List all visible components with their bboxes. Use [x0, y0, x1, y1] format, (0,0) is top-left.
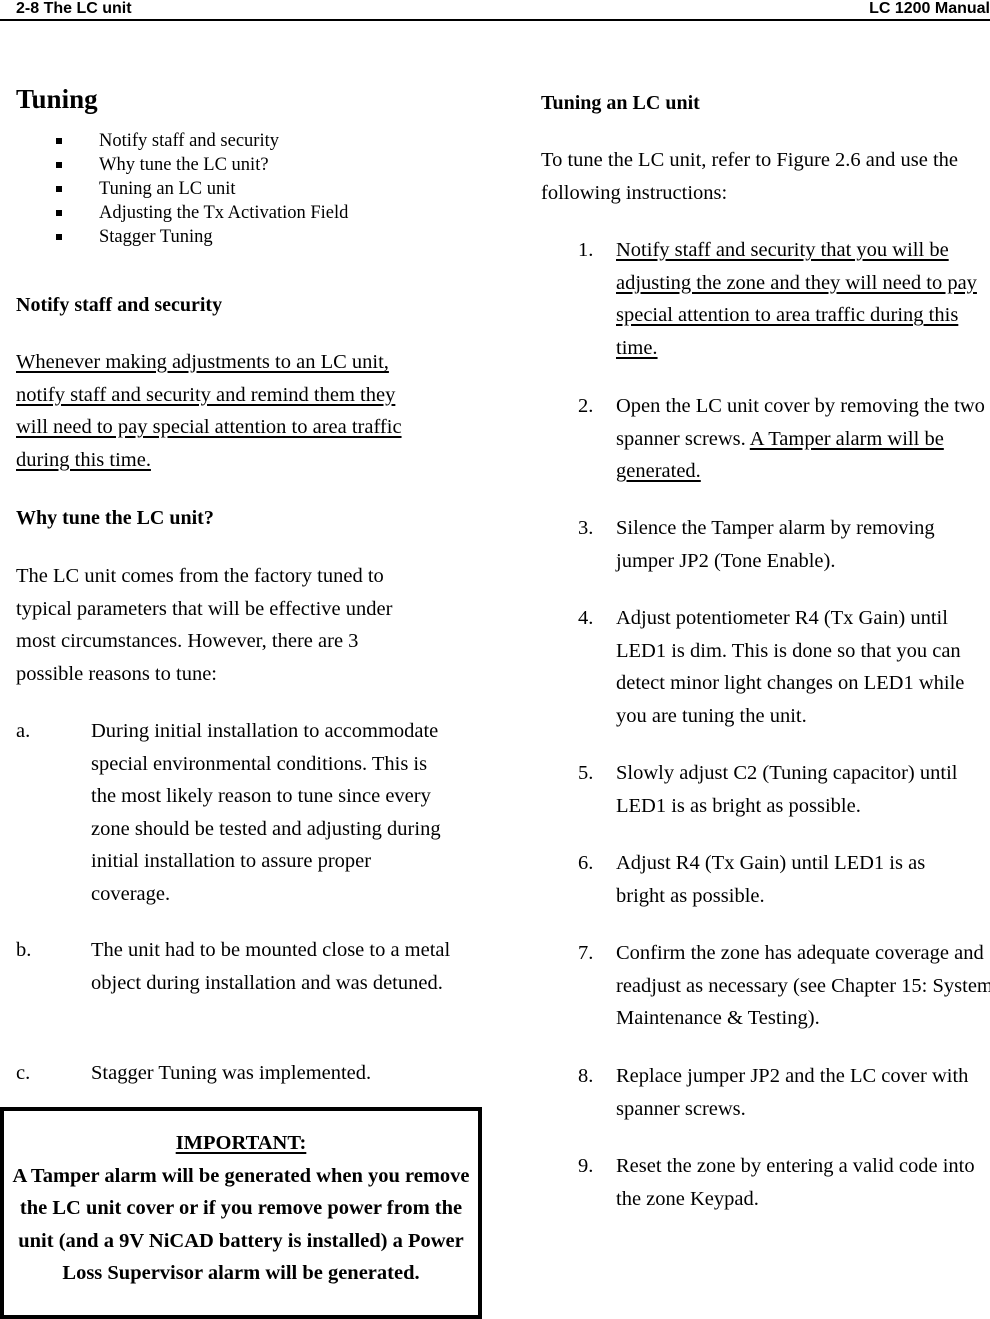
section-title: 2-8 The LC unit — [16, 0, 132, 17]
why-paragraph: The LC unit comes from the factory tuned… — [16, 565, 393, 685]
square-bullet-icon — [56, 186, 62, 192]
tuning-intro: To tune the LC unit, refer to Figure 2.6… — [541, 149, 959, 204]
topic-item: Stagger Tuning — [56, 225, 348, 249]
topic-item: Tuning an LC unit — [56, 177, 348, 201]
notify-paragraph: Whenever making adjustments to an LC uni… — [16, 351, 402, 471]
topic-item: Notify staff and security — [56, 129, 348, 153]
important-notice-box: IMPORTANT: A Tamper alarm will be genera… — [0, 1107, 482, 1319]
why-heading: Why tune the LC unit? — [16, 507, 214, 529]
tuning-heading: Tuning an LC unit — [541, 92, 700, 114]
page-header: 2-8 The LC unit LC 1200 Manual — [0, 0, 990, 21]
topic-item: Adjusting the Tx Activation Field — [56, 201, 348, 225]
manual-title: LC 1200 Manual — [869, 0, 990, 17]
notify-heading: Notify staff and security — [16, 294, 223, 316]
square-bullet-icon — [56, 138, 62, 144]
topic-item: Why tune the LC unit? — [56, 153, 348, 177]
page-title: Tuning — [16, 84, 98, 114]
topic-list: Notify staff and security Why tune the L… — [56, 129, 348, 249]
square-bullet-icon — [56, 234, 62, 240]
square-bullet-icon — [56, 162, 62, 168]
important-title: IMPORTANT: — [175, 1132, 307, 1154]
square-bullet-icon — [56, 210, 62, 216]
important-text: A Tamper alarm will be generated when yo… — [12, 1164, 470, 1285]
